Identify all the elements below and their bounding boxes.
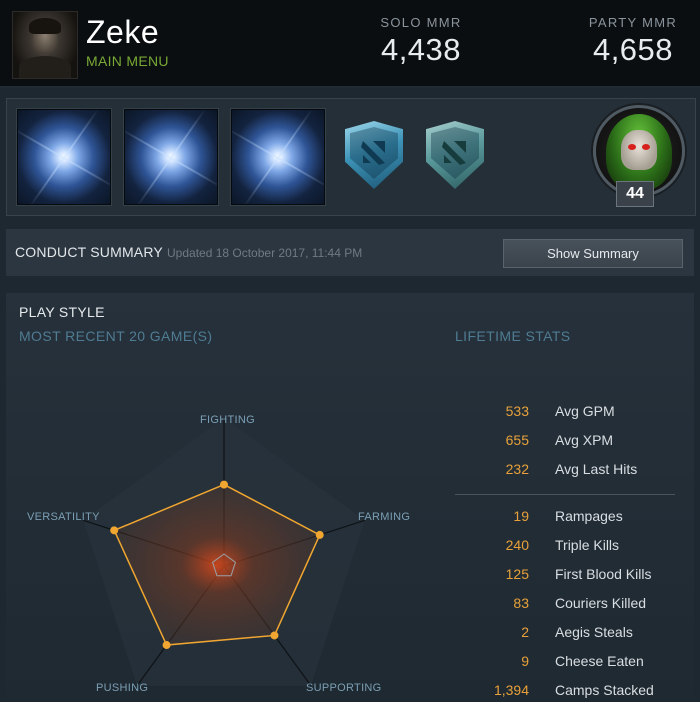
solo-mmr-value: 4,438: [380, 32, 462, 67]
stat-label: Camps Stacked: [555, 682, 654, 698]
stat-label: Cheese Eaten: [555, 653, 644, 669]
axis-label-versatility: VERSATILITY: [27, 511, 100, 523]
stat-value: 232: [505, 461, 529, 477]
stat-label: Avg GPM: [555, 403, 615, 419]
radar-point-supporting: [270, 631, 279, 640]
conduct-title: CONDUCT SUMMARY: [15, 244, 163, 260]
badges-row: [6, 98, 696, 216]
axis-label-farming: FARMING: [358, 511, 411, 523]
stat-row: 19 Rampages: [455, 508, 685, 528]
stat-row: 533 Avg GPM: [455, 403, 685, 423]
main-menu-link[interactable]: MAIN MENU: [86, 53, 169, 69]
stat-value: 533: [505, 403, 529, 419]
avatar-shoulders: [19, 56, 71, 78]
stat-label: First Blood Kills: [555, 566, 652, 582]
stat-row: 232 Avg Last Hits: [455, 461, 685, 481]
party-mmr-label: PARTY MMR: [588, 15, 678, 30]
stat-value: 240: [505, 537, 529, 553]
stat-value: 655: [505, 432, 529, 448]
dota-shield-teal-icon[interactable]: [426, 121, 484, 189]
stat-row: 2 Aegis Steals: [455, 624, 685, 644]
glowing-orb-icon[interactable]: [17, 109, 111, 205]
axis-label-supporting: SUPPORTING: [306, 682, 382, 694]
stat-label: Aegis Steals: [555, 624, 633, 640]
lifetime-stats-label: LIFETIME STATS: [455, 328, 571, 344]
stat-value: 19: [513, 508, 529, 524]
stat-value: 1,394: [493, 682, 529, 698]
axis-label-fighting: FIGHTING: [200, 414, 255, 426]
stat-row: 1,394 Camps Stacked: [455, 682, 685, 702]
show-summary-button[interactable]: Show Summary: [503, 239, 683, 268]
avatar[interactable]: [12, 11, 78, 79]
radar-point-versatility: [110, 526, 119, 535]
stat-value: 9: [521, 653, 529, 669]
level-badge: 44: [616, 181, 654, 207]
stat-row: 655 Avg XPM: [455, 432, 685, 452]
stat-value: 2: [521, 624, 529, 640]
stat-label: Avg Last Hits: [555, 461, 638, 477]
radar-point-farming: [315, 530, 324, 539]
stats-divider: [455, 494, 675, 495]
stat-row: 9 Cheese Eaten: [455, 653, 685, 673]
stat-value: 83: [513, 595, 529, 611]
player-name: Zeke: [86, 14, 160, 50]
glowing-orb-icon[interactable]: [231, 109, 325, 205]
stat-label: Rampages: [555, 508, 623, 524]
profile-header: Zeke MAIN MENU SOLO MMR 4,438 PARTY MMR …: [0, 0, 700, 88]
dota-shield-blue-icon[interactable]: [345, 121, 403, 189]
stat-label: Avg XPM: [555, 432, 614, 448]
party-mmr-value: 4,658: [592, 32, 674, 67]
stat-label: Triple Kills: [555, 537, 620, 553]
radar-point-pushing: [162, 641, 171, 650]
solo-mmr-label: SOLO MMR: [380, 15, 462, 30]
stat-row: 125 First Blood Kills: [455, 566, 685, 586]
play-style-radar: [83, 418, 365, 687]
stat-row: 240 Triple Kills: [455, 537, 685, 557]
avatar-hair: [29, 18, 61, 34]
party-mmr: PARTY MMR 4,658: [580, 15, 686, 68]
conduct-summary-bar: CONDUCT SUMMARY Updated 18 October 2017,…: [6, 229, 694, 276]
solo-mmr: SOLO MMR 4,438: [368, 15, 474, 68]
stat-value: 125: [505, 566, 529, 582]
stat-row: 83 Couriers Killed: [455, 595, 685, 615]
play-style-panel: PLAY STYLE MOST RECENT 20 GAME(S) LIFETI…: [6, 293, 694, 700]
glowing-orb-icon[interactable]: [124, 109, 218, 205]
conduct-updated: Updated 18 October 2017, 11:44 PM: [167, 246, 363, 260]
radar-point-fighting: [220, 480, 228, 489]
axis-label-pushing: PUSHING: [96, 682, 149, 694]
stat-label: Couriers Killed: [555, 595, 647, 611]
